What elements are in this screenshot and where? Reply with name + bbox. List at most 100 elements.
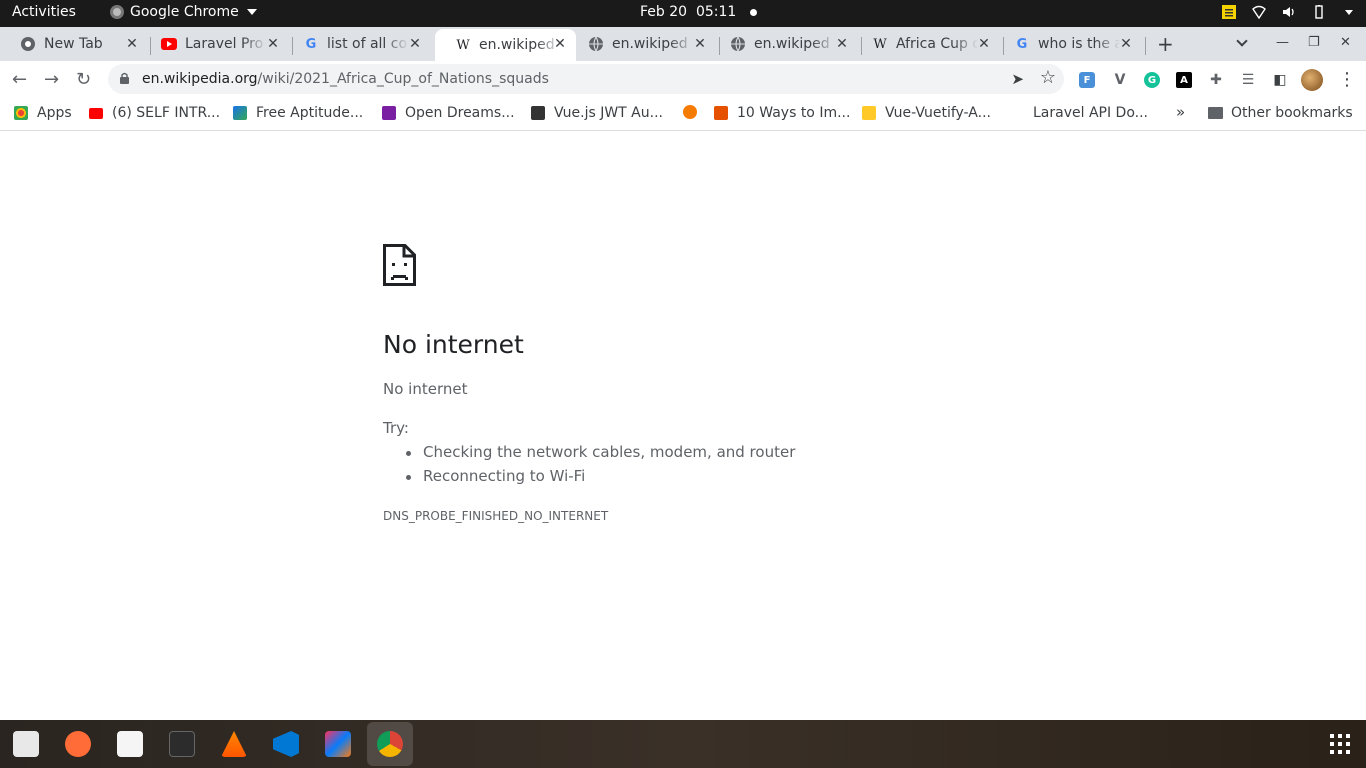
postman-icon[interactable]	[65, 731, 91, 757]
caret-down-icon[interactable]	[1342, 5, 1356, 19]
avatar[interactable]	[1301, 69, 1323, 91]
other-bookmarks[interactable]: Other bookmarks	[1208, 105, 1353, 121]
bookmark-label: Laravel API Do...	[1033, 105, 1149, 121]
window-close-icon[interactable]: ✕	[1340, 35, 1351, 50]
close-icon[interactable]: ✕	[976, 36, 992, 52]
bookmark-label: Open Dreams...	[405, 105, 515, 121]
tab[interactable]: G who is the a ✕	[994, 29, 1142, 59]
tab-title: en.wikiped	[479, 37, 555, 53]
tab-title: en.wikiped	[612, 36, 688, 52]
tab[interactable]: en.wikiped ✕	[568, 29, 716, 59]
close-icon[interactable]: ✕	[265, 36, 281, 52]
vue-devtools-icon[interactable]: V	[1112, 72, 1128, 88]
url-domain: en.wikipedia.org	[142, 71, 258, 87]
bookmark-item[interactable]: Vue-Vuetify-A...	[862, 105, 991, 121]
chrome-icon	[110, 5, 124, 19]
code-icon	[531, 106, 545, 120]
bookmark-item[interactable]: Open Dreams...	[382, 105, 515, 121]
caret-down-icon	[246, 9, 257, 15]
new-tab-plus-icon[interactable]: +	[1157, 32, 1174, 56]
lock-icon[interactable]	[120, 72, 129, 84]
bookmark-item[interactable]: (6) SELF INTR...	[89, 105, 220, 121]
notes-icon[interactable]	[1222, 5, 1236, 19]
app-menu-label: Google Chrome	[130, 4, 239, 20]
show-applications-icon[interactable]	[1330, 734, 1350, 754]
chrome-icon[interactable]	[377, 731, 403, 757]
back-arrow-icon[interactable]: ←	[12, 69, 27, 90]
apps-grid-icon	[14, 106, 28, 120]
google-icon: G	[305, 36, 317, 52]
bookmark-item[interactable]: Free Aptitude...	[233, 105, 363, 121]
bookmark-label: (6) SELF INTR...	[112, 105, 221, 121]
notification-dot-icon	[750, 8, 758, 16]
angular-icon[interactable]: A	[1176, 72, 1192, 88]
extension-icon[interactable]: F	[1079, 72, 1095, 88]
sad-page-icon	[383, 244, 416, 286]
media-controls-icon[interactable]: ☰	[1240, 72, 1256, 88]
battery-icon[interactable]	[1312, 5, 1326, 19]
restore-icon[interactable]: ❐	[1308, 35, 1320, 50]
list-item: Checking the network cables, modem, and …	[405, 443, 795, 467]
side-panel-icon[interactable]: ◧	[1272, 72, 1288, 88]
bookmark-label: 10 Ways to Im...	[737, 105, 851, 121]
vlc-icon[interactable]	[221, 731, 247, 757]
vscode-icon[interactable]	[273, 731, 299, 757]
url-text[interactable]: en.wikipedia.org/wiki/2021_Africa_Cup_of…	[142, 71, 549, 87]
wikipedia-icon: W	[456, 37, 470, 53]
triangle-logo-icon	[233, 106, 247, 120]
bookmark-item[interactable]: Laravel API Do...	[1010, 105, 1148, 121]
reload-icon[interactable]: ↻	[76, 69, 91, 90]
rss-icon	[714, 106, 728, 120]
close-icon[interactable]: ✕	[407, 36, 423, 52]
puzzle-extensions-icon[interactable]: ✚	[1208, 72, 1224, 88]
text-editor-icon[interactable]	[117, 731, 143, 757]
wikipedia-icon: W	[873, 36, 887, 52]
tab[interactable]: W Africa Cup o ✕	[852, 29, 1000, 59]
bookmark-item[interactable]	[683, 105, 706, 119]
kebab-menu-icon[interactable]: ⋮	[1338, 69, 1356, 90]
list-item: Reconnecting to Wi-Fi	[405, 467, 795, 491]
terminal-icon[interactable]	[169, 731, 195, 757]
tab-title: who is the a	[1038, 36, 1120, 52]
files-icon[interactable]	[13, 731, 39, 757]
app-menu[interactable]: Google Chrome	[110, 4, 257, 20]
bookmark-label: Apps	[37, 105, 72, 121]
tab-active[interactable]: W en.wikiped ✕	[435, 29, 576, 61]
close-icon[interactable]: ✕	[124, 36, 140, 52]
send-to-devices-icon[interactable]: ➤	[1011, 70, 1024, 88]
tab[interactable]: New Tab ✕	[0, 29, 148, 59]
close-icon[interactable]: ✕	[834, 36, 850, 52]
wifi-icon[interactable]	[1252, 5, 1266, 19]
error-page: No internet No internet Try: Checking th…	[0, 132, 1366, 720]
tab-title: New Tab	[44, 36, 103, 52]
tab[interactable]: G list of all co ✕	[283, 29, 431, 59]
intellij-icon[interactable]	[325, 731, 351, 757]
close-icon[interactable]: ✕	[552, 36, 568, 52]
chrome-icon	[20, 36, 36, 52]
minimize-icon[interactable]: —	[1276, 35, 1289, 50]
bookmark-star-icon[interactable]: ☆	[1040, 67, 1056, 88]
bookmark-item[interactable]: 10 Ways to Im...	[714, 105, 850, 121]
globe-icon	[588, 36, 604, 52]
bookmark-apps[interactable]: Apps	[14, 105, 72, 121]
blank-page-icon	[1010, 106, 1024, 120]
tab[interactable]: en.wikiped ✕	[710, 29, 858, 59]
error-code: DNS_PROBE_FINISHED_NO_INTERNET	[383, 509, 609, 523]
clock[interactable]: Feb 20 05:11	[640, 4, 758, 20]
activities-button[interactable]: Activities	[12, 4, 76, 20]
address-bar[interactable]: en.wikipedia.org/wiki/2021_Africa_Cup_of…	[108, 64, 1064, 94]
bookmarks-overflow-icon[interactable]: »	[1176, 103, 1185, 121]
bookmark-item[interactable]: Vue.js JWT Au...	[531, 105, 663, 121]
grammarly-icon[interactable]: G	[1144, 72, 1160, 88]
browser-toolbar: ← → ↻ en.wikipedia.org/wiki/2021_Africa_…	[0, 61, 1366, 97]
tab-search-chevron-icon[interactable]	[1236, 35, 1248, 47]
close-icon[interactable]: ✕	[692, 36, 708, 52]
tab-title: Laravel Pro	[185, 36, 264, 52]
bookmarks-bar: Apps (6) SELF INTR... Free Aptitude... O…	[0, 97, 1366, 131]
volume-icon[interactable]	[1282, 5, 1296, 19]
close-icon[interactable]: ✕	[1118, 36, 1134, 52]
tab[interactable]: Laravel Pro ✕	[141, 29, 289, 59]
forward-arrow-icon[interactable]: →	[44, 69, 59, 90]
system-tray[interactable]	[1222, 5, 1356, 19]
clock-text: Feb 20 05:11	[640, 4, 736, 20]
